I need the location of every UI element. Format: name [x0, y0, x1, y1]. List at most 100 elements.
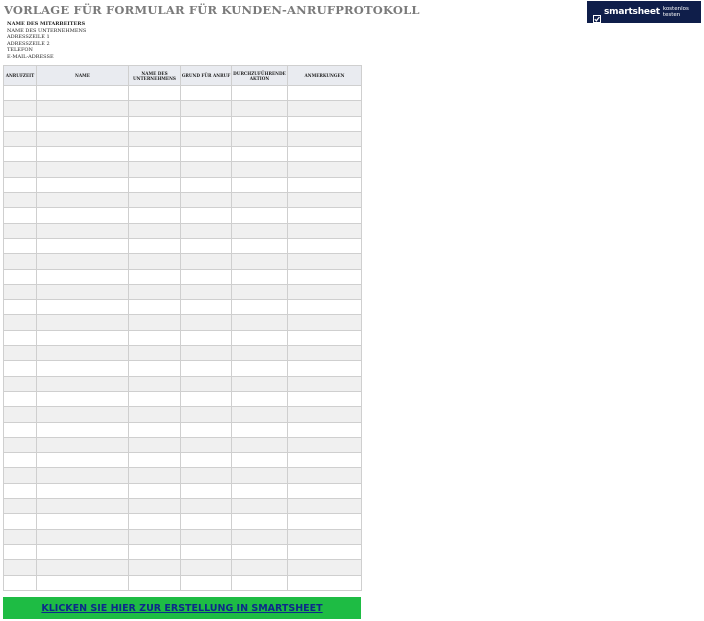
table-cell[interactable]: [287, 543, 362, 561]
table-cell[interactable]: [36, 360, 129, 377]
table-cell[interactable]: [231, 421, 288, 438]
table-cell[interactable]: [287, 192, 362, 209]
table-cell[interactable]: [231, 345, 288, 362]
table-cell[interactable]: [128, 528, 181, 545]
table-cell[interactable]: [128, 360, 181, 377]
table-cell[interactable]: [287, 314, 362, 331]
table-cell[interactable]: [231, 436, 288, 454]
table-cell[interactable]: [180, 421, 232, 438]
table-cell[interactable]: [128, 100, 181, 117]
table-cell[interactable]: [231, 528, 288, 545]
table-cell[interactable]: [180, 559, 232, 576]
table-cell[interactable]: [287, 360, 362, 377]
table-cell[interactable]: [3, 528, 37, 545]
table-cell[interactable]: [287, 146, 362, 163]
table-cell[interactable]: [3, 100, 37, 117]
table-cell[interactable]: [128, 84, 181, 102]
table-cell[interactable]: [231, 406, 288, 423]
table-cell[interactable]: [3, 360, 37, 377]
table-cell[interactable]: [128, 207, 181, 224]
table-cell[interactable]: [287, 406, 362, 423]
table-cell[interactable]: [36, 436, 129, 454]
table-cell[interactable]: [128, 452, 181, 469]
table-cell[interactable]: [180, 207, 232, 224]
table-cell[interactable]: [36, 115, 129, 132]
table-cell[interactable]: [180, 574, 232, 591]
table-cell[interactable]: [128, 406, 181, 423]
table-cell[interactable]: [36, 345, 129, 362]
create-in-smartsheet-button[interactable]: KLICKEN SIE HIER ZUR ERSTELLUNG IN SMART…: [3, 597, 361, 619]
table-cell[interactable]: [128, 253, 181, 270]
table-cell[interactable]: [36, 207, 129, 224]
table-cell[interactable]: [231, 283, 288, 301]
table-cell[interactable]: [231, 574, 288, 591]
table-cell[interactable]: [287, 375, 362, 392]
table-cell[interactable]: [3, 146, 37, 163]
table-cell[interactable]: [3, 268, 37, 285]
table-cell[interactable]: [287, 498, 362, 515]
table-cell[interactable]: [231, 390, 288, 408]
table-cell[interactable]: [180, 436, 232, 454]
table-cell[interactable]: [287, 390, 362, 408]
table-cell[interactable]: [36, 222, 129, 239]
table-cell[interactable]: [180, 314, 232, 331]
table-cell[interactable]: [36, 406, 129, 423]
table-cell[interactable]: [3, 130, 37, 148]
table-cell[interactable]: [180, 176, 232, 194]
table-cell[interactable]: [287, 574, 362, 591]
table-cell[interactable]: [287, 283, 362, 301]
table-cell[interactable]: [36, 559, 129, 576]
table-cell[interactable]: [3, 161, 37, 178]
table-cell[interactable]: [180, 498, 232, 515]
table-cell[interactable]: [3, 314, 37, 331]
table-cell[interactable]: [180, 283, 232, 301]
table-cell[interactable]: [180, 237, 232, 255]
table-cell[interactable]: [287, 268, 362, 285]
table-cell[interactable]: [36, 253, 129, 270]
table-cell[interactable]: [128, 482, 181, 500]
table-cell[interactable]: [287, 421, 362, 438]
table-cell[interactable]: [231, 192, 288, 209]
table-cell[interactable]: [36, 482, 129, 500]
table-cell[interactable]: [128, 161, 181, 178]
table-cell[interactable]: [36, 528, 129, 545]
table-cell[interactable]: [36, 421, 129, 438]
table-cell[interactable]: [128, 467, 181, 484]
table-cell[interactable]: [128, 237, 181, 255]
table-cell[interactable]: [36, 375, 129, 392]
table-cell[interactable]: [36, 192, 129, 209]
table-cell[interactable]: [36, 574, 129, 591]
table-cell[interactable]: [128, 192, 181, 209]
table-cell[interactable]: [231, 467, 288, 484]
table-cell[interactable]: [231, 222, 288, 239]
table-cell[interactable]: [36, 299, 129, 316]
table-cell[interactable]: [180, 406, 232, 423]
table-cell[interactable]: [128, 329, 181, 347]
table-cell[interactable]: [3, 436, 37, 454]
table-cell[interactable]: [231, 314, 288, 331]
table-cell[interactable]: [180, 452, 232, 469]
table-cell[interactable]: [128, 498, 181, 515]
table-cell[interactable]: [3, 283, 37, 301]
table-cell[interactable]: [231, 268, 288, 285]
table-cell[interactable]: [231, 543, 288, 561]
table-cell[interactable]: [36, 283, 129, 301]
table-cell[interactable]: [128, 513, 181, 530]
table-cell[interactable]: [287, 115, 362, 132]
table-cell[interactable]: [3, 513, 37, 530]
table-cell[interactable]: [3, 390, 37, 408]
table-cell[interactable]: [180, 146, 232, 163]
table-cell[interactable]: [287, 559, 362, 576]
create-in-smartsheet-link[interactable]: KLICKEN SIE HIER ZUR ERSTELLUNG IN SMART…: [41, 603, 322, 614]
table-cell[interactable]: [231, 299, 288, 316]
table-cell[interactable]: [3, 375, 37, 392]
table-cell[interactable]: [36, 161, 129, 178]
table-cell[interactable]: [3, 299, 37, 316]
table-cell[interactable]: [231, 360, 288, 377]
table-cell[interactable]: [287, 207, 362, 224]
table-cell[interactable]: [128, 314, 181, 331]
table-cell[interactable]: [36, 513, 129, 530]
table-cell[interactable]: [231, 176, 288, 194]
table-cell[interactable]: [128, 283, 181, 301]
table-cell[interactable]: [128, 268, 181, 285]
